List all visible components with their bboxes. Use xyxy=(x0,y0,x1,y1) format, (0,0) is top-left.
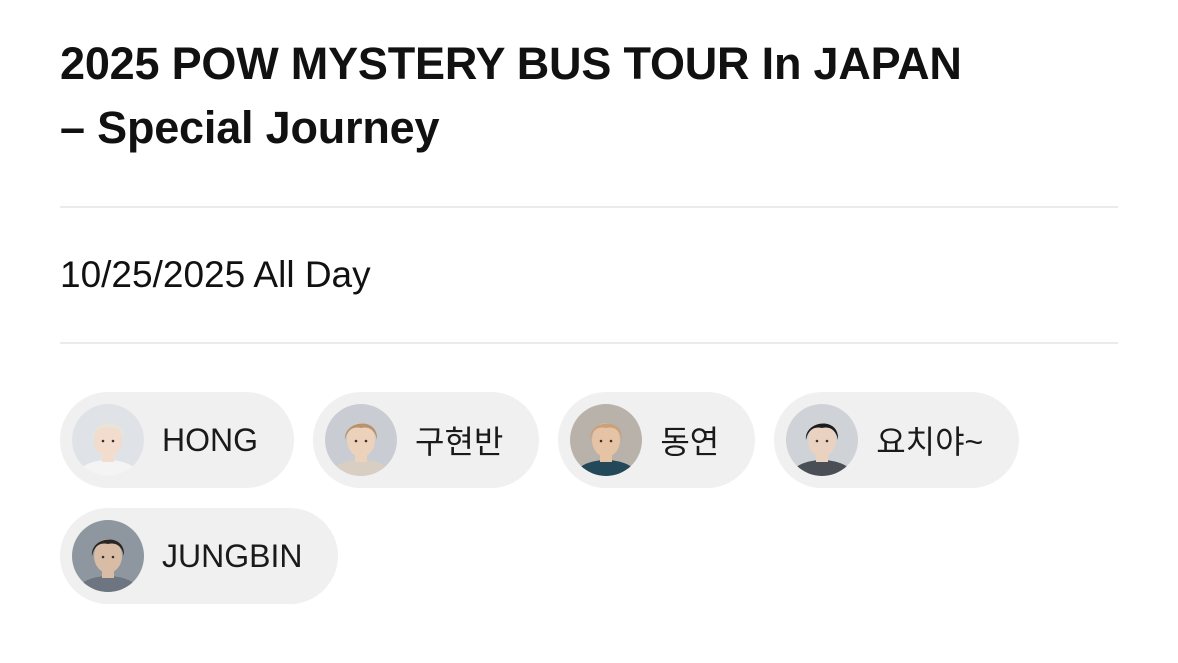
member-name: JUNGBIN xyxy=(162,537,303,574)
event-title-line-1: 2025 POW MYSTERY BUS TOUR In JAPAN xyxy=(60,38,962,89)
event-detail: 2025 POW MYSTERY BUS TOUR In JAPAN – Spe… xyxy=(60,0,1118,604)
member-list: HONG 구현반 동연 요치야~ JUNGBIN xyxy=(60,344,1118,604)
member-photo xyxy=(72,520,144,592)
member-chip[interactable]: 동연 xyxy=(558,392,756,488)
member-avatar xyxy=(570,404,643,476)
member-photo xyxy=(786,404,859,476)
member-name: 요치야~ xyxy=(876,424,984,460)
member-photo xyxy=(72,404,144,476)
event-date: 10/25/2025 All Day xyxy=(60,254,371,295)
event-title: 2025 POW MYSTERY BUS TOUR In JAPAN – Spe… xyxy=(60,0,1118,160)
member-photo xyxy=(325,404,397,476)
member-avatar xyxy=(72,404,144,476)
member-chip[interactable]: HONG xyxy=(60,392,294,488)
member-avatar xyxy=(786,404,859,476)
event-title-line-2: – Special Journey xyxy=(60,102,440,153)
member-photo xyxy=(570,404,643,476)
member-avatar xyxy=(325,404,397,476)
member-name: 동연 xyxy=(660,424,720,460)
member-avatar xyxy=(72,520,144,592)
member-chip[interactable]: JUNGBIN xyxy=(60,508,339,604)
member-name: HONG xyxy=(162,421,258,458)
member-name: 구현반 xyxy=(415,424,504,460)
member-chip[interactable]: 구현반 xyxy=(313,392,540,488)
member-chip[interactable]: 요치야~ xyxy=(774,392,1020,488)
